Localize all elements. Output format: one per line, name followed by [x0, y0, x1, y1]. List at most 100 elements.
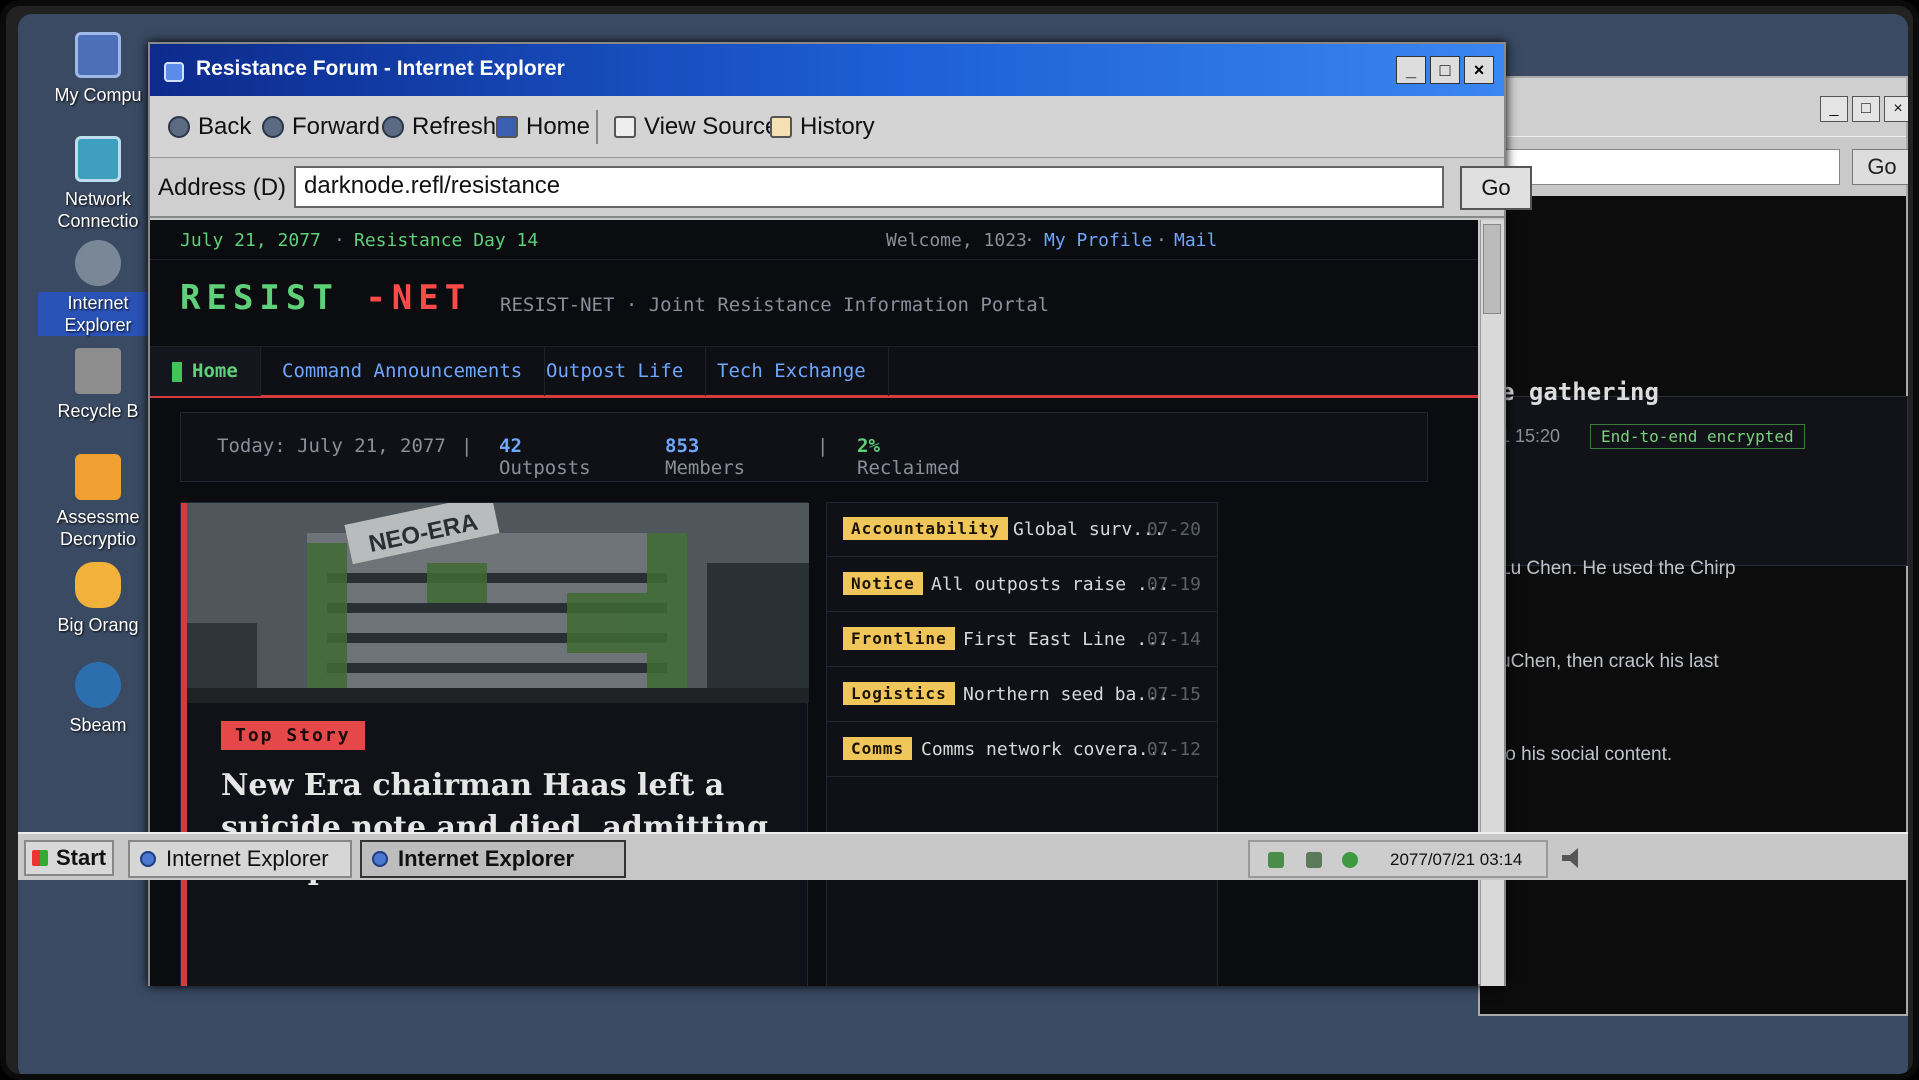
toolbar-divider: [596, 110, 598, 144]
desktop-icon-big-orange[interactable]: Big Orang: [38, 562, 158, 636]
home-label: Home: [526, 113, 591, 140]
nav-command-announcements[interactable]: Command Announcements: [260, 347, 546, 396]
view-source-button[interactable]: View Source: [614, 110, 778, 144]
my-profile-link[interactable]: My Profile: [1044, 230, 1152, 251]
news-item[interactable]: Notice All outposts raise ... 07-19: [827, 558, 1217, 612]
story-image[interactable]: NEO-ERA: [187, 503, 809, 703]
refresh-button[interactable]: Refresh: [382, 110, 496, 144]
news-list: Accountability Global surv... 07-20 Noti…: [826, 502, 1218, 986]
nav-home[interactable]: Home: [150, 347, 261, 396]
news-title: All outposts raise ...: [931, 574, 1170, 595]
background-go-button[interactable]: Go: [1852, 149, 1908, 185]
desktop-icon-label: Recycle B: [57, 401, 139, 421]
background-address-input[interactable]: [1480, 149, 1840, 185]
today-date: Today: July 21, 2077: [217, 435, 446, 457]
refresh-icon: [382, 116, 404, 138]
desktop-icon-my-computer[interactable]: My Compu: [38, 32, 158, 106]
close-button[interactable]: ×: [1884, 96, 1908, 122]
nav-outpost-life[interactable]: Outpost Life: [524, 347, 707, 396]
internet-explorer-icon: [75, 240, 121, 286]
news-item[interactable]: Frontline First East Line ... 07-14: [827, 613, 1217, 667]
system-clock[interactable]: 2077/07/21 03:14: [1390, 850, 1522, 870]
back-icon: [168, 116, 190, 138]
minimize-button[interactable]: _: [1820, 96, 1848, 122]
recycle-bin-icon: [75, 348, 121, 394]
desktop-icon-label: Internet Explorer: [38, 292, 158, 336]
address-label: Address (D): [158, 174, 287, 201]
steam-icon: [75, 662, 121, 708]
history-button[interactable]: History: [770, 110, 875, 144]
news-date: 07-19: [1146, 574, 1201, 595]
desktop-icon-label: Big Orang: [57, 615, 139, 635]
background-panel: [1498, 396, 1908, 566]
minimize-button[interactable]: _: [1396, 56, 1426, 84]
reclaimed-value: 2%: [857, 435, 880, 457]
desktop-icon-label: Network Connectio: [57, 189, 139, 231]
forward-button[interactable]: Forward: [262, 110, 380, 144]
desktop-icon-decryption[interactable]: Assessme Decryptio: [38, 454, 158, 550]
back-button[interactable]: Back: [168, 110, 251, 144]
history-icon: [770, 116, 792, 138]
desktop-icon-recycle-bin[interactable]: Recycle B: [38, 348, 158, 422]
volume-icon[interactable]: [1562, 848, 1578, 868]
address-bar: Address (D) darknode.refl/resistance Go: [150, 158, 1532, 218]
page-top-bar: July 21, 2077 · Resistance Day 14 Welcom…: [150, 220, 1478, 260]
window-titlebar[interactable]: Resistance Forum - Internet Explorer _ □…: [150, 44, 1504, 96]
history-label: History: [800, 113, 875, 140]
desktop-icon-label: My Compu: [54, 85, 142, 105]
maximize-button[interactable]: □: [1852, 96, 1880, 122]
reclaimed-label: Reclaimed: [857, 457, 960, 479]
logo-part: -NET: [365, 278, 472, 318]
nav-label: Home: [192, 360, 238, 382]
site-logo[interactable]: RESIST -NET: [180, 278, 471, 318]
news-item[interactable]: Comms Comms network covera... 07-12: [827, 723, 1217, 777]
start-button[interactable]: Start: [24, 840, 114, 876]
download-icon[interactable]: [1306, 852, 1322, 868]
wifi-icon[interactable]: [1342, 852, 1358, 868]
desktop-icon-label: Sbeam: [69, 715, 127, 735]
refresh-label: Refresh: [412, 113, 497, 140]
stats-divider: |: [817, 435, 829, 457]
news-tag: Comms: [843, 737, 913, 760]
logo-part: RESIST: [180, 278, 339, 318]
news-date: 07-15: [1146, 684, 1201, 705]
background-text-line: Lu Chen. He used the Chirp: [1500, 558, 1736, 579]
desktop-icon-network[interactable]: Network Connectio: [38, 136, 158, 232]
view-source-label: View Source: [644, 113, 779, 140]
separator-dot: ·: [1024, 230, 1035, 251]
stats-bar: Today: July 21, 2077 | Outposts 42 Membe…: [180, 412, 1428, 482]
background-post-time: 1 15:20: [1500, 426, 1561, 446]
news-item[interactable]: Logistics Northern seed ba... 07-15: [827, 668, 1217, 722]
news-title: Global surv...: [1013, 519, 1165, 540]
background-post-title: e gathering: [1500, 378, 1659, 406]
taskbar-item-internet-explorer[interactable]: Internet Explorer: [128, 840, 352, 878]
nav-tech-exchange[interactable]: Tech Exchange: [695, 347, 889, 396]
page-date: July 21, 2077: [180, 230, 321, 251]
top-story-card[interactable]: NEO-ERA Top Story New Era chairman Haas …: [180, 502, 809, 986]
active-indicator: [172, 361, 182, 382]
maximize-button[interactable]: □: [1430, 56, 1460, 84]
outposts-count: 42: [499, 435, 522, 457]
desktop-icon-internet-explorer[interactable]: Internet Explorer: [38, 240, 158, 336]
background-window-titlebar: _ □ ×: [1480, 78, 1908, 136]
address-input[interactable]: darknode.refl/resistance: [294, 166, 1444, 208]
mail-link[interactable]: Mail: [1174, 230, 1217, 251]
document-icon: [614, 116, 636, 138]
news-item[interactable]: Accountability Global surv... 07-20: [827, 503, 1217, 557]
taskbar: Start Internet Explorer Internet Explore…: [18, 832, 1908, 880]
desktop-icon-sbeam[interactable]: Sbeam: [38, 662, 158, 736]
internet-explorer-icon: [164, 62, 184, 82]
internet-explorer-icon: [140, 851, 156, 867]
home-button[interactable]: Home: [496, 110, 590, 144]
forward-icon: [262, 116, 284, 138]
scrollbar-thumb[interactable]: [1483, 224, 1501, 314]
main-nav: Home Command Announcements Outpost Life …: [150, 346, 1478, 398]
home-icon: [496, 116, 518, 138]
go-button[interactable]: Go: [1460, 166, 1532, 210]
phone-icon[interactable]: [1268, 852, 1284, 868]
back-label: Back: [198, 113, 252, 140]
background-text-line: uChen, then crack his last: [1500, 651, 1719, 672]
resistance-day: Resistance Day 14: [354, 230, 539, 251]
taskbar-item-internet-explorer-active[interactable]: Internet Explorer: [360, 840, 626, 878]
close-button[interactable]: ×: [1464, 56, 1494, 84]
